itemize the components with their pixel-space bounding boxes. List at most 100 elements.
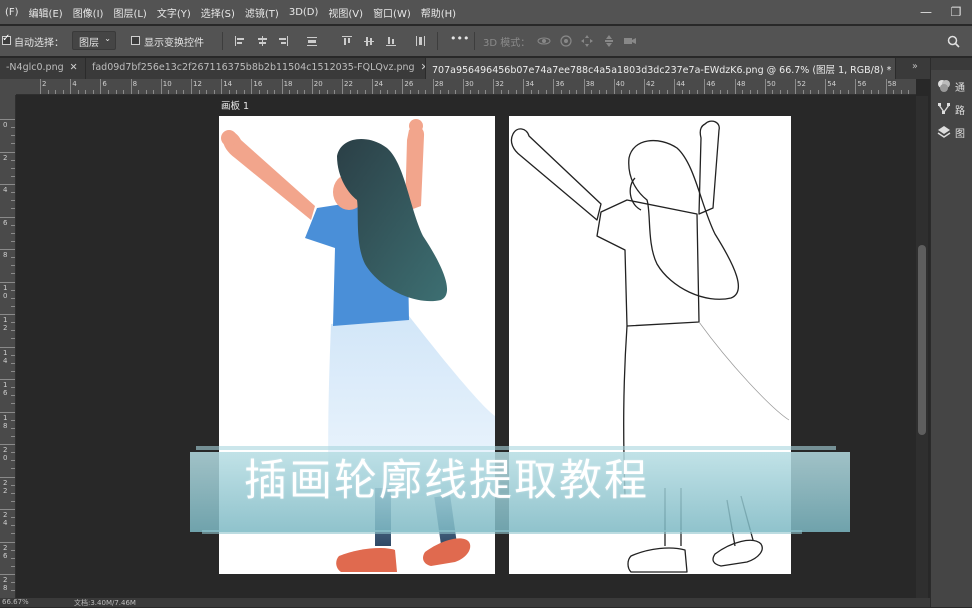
menu-type[interactable]: 文字(Y)	[152, 5, 196, 20]
align-center-icon[interactable]	[255, 34, 269, 48]
tab-label: fad09d7bf256e13c2f267116375b8b2b11504c15…	[92, 62, 415, 73]
ruler-tick	[11, 533, 15, 534]
ruler-tick	[251, 79, 252, 94]
ruler-tick	[682, 90, 683, 94]
ruler-tick	[712, 90, 713, 94]
tab-document-2[interactable]: fad09d7bf256e13c2f267116375b8b2b11504c15…	[86, 58, 426, 79]
divider	[437, 32, 438, 50]
banner-title: 插画轮廓线提取教程	[244, 446, 844, 508]
distribute-icon[interactable]	[305, 34, 319, 48]
ruler-tick	[757, 90, 758, 94]
ruler-tick	[591, 90, 592, 94]
ruler-tick	[863, 90, 864, 94]
ruler-tick	[787, 90, 788, 94]
ruler-tick	[614, 79, 615, 94]
ruler-tick	[229, 90, 230, 94]
distribute-vertical-icon[interactable]	[413, 34, 427, 48]
panel-channels[interactable]: 通	[937, 76, 972, 96]
menu-view[interactable]: 视图(V)	[323, 5, 368, 20]
ruler-horizontal: 2468101214161820222426283032343638404244…	[16, 79, 916, 95]
menu-layer[interactable]: 图层(L)	[108, 5, 151, 20]
paths-icon	[937, 102, 951, 116]
roll-3d-icon[interactable]	[559, 34, 573, 48]
ruler-tick	[11, 590, 15, 591]
ruler-tick	[11, 273, 15, 274]
ruler-tick	[402, 79, 403, 94]
tab-overflow-button[interactable]: »	[906, 58, 930, 79]
panel-paths[interactable]: 路	[937, 99, 972, 119]
ruler-number: 1 8	[3, 414, 7, 430]
auto-select-checkbox[interactable]	[2, 36, 11, 45]
pan-3d-icon[interactable]	[580, 34, 594, 48]
ruler-number: 30	[465, 80, 474, 88]
show-transform-checkbox[interactable]	[131, 36, 140, 45]
auto-select-value: 图层	[79, 38, 99, 49]
ruler-tick	[780, 90, 781, 94]
ruler-number: 38	[586, 80, 595, 88]
align-bottom-icon[interactable]	[384, 34, 398, 48]
align-top-icon[interactable]	[340, 34, 354, 48]
ruler-tick	[11, 168, 15, 169]
ruler-tick	[855, 79, 856, 94]
align-right-icon[interactable]	[276, 34, 290, 48]
ruler-tick	[11, 582, 15, 583]
artboard-label[interactable]: 画板 1	[221, 98, 249, 112]
panel-layers[interactable]: 图	[937, 122, 972, 142]
ruler-number: 20	[314, 80, 323, 88]
ruler-tick	[11, 306, 15, 307]
menu-bar: (F) 编辑(E) 图像(I) 图层(L) 文字(Y) 选择(S) 滤镜(T) …	[0, 0, 972, 24]
tab-document-1[interactable]: -N4glc0.png✕	[0, 58, 86, 79]
ruler-tick	[387, 90, 388, 94]
ruler-tick	[11, 290, 15, 291]
scrollbar-thumb[interactable]	[918, 245, 926, 435]
ruler-number: 34	[525, 80, 534, 88]
ruler-tick	[48, 90, 49, 94]
ruler-tick	[191, 79, 192, 94]
show-transform-label: 显示变换控件	[144, 34, 204, 49]
ruler-tick	[183, 90, 184, 94]
restore-button[interactable]: ❐	[942, 0, 970, 24]
camera-3d-icon[interactable]	[623, 34, 637, 48]
menu-help[interactable]: 帮助(H)	[416, 5, 461, 20]
ruler-number: 24	[374, 80, 383, 88]
ruler-tick	[448, 90, 449, 94]
menu-window[interactable]: 窗口(W)	[368, 5, 416, 20]
ruler-number: 16	[253, 80, 262, 88]
ruler-tick	[334, 90, 335, 94]
align-left-icon[interactable]	[233, 34, 247, 48]
ruler-tick	[11, 460, 15, 461]
zoom-level[interactable]: 66.67%	[2, 598, 29, 606]
menu-select[interactable]: 选择(S)	[196, 5, 240, 20]
auto-select-dropdown[interactable]: 图层 ⌄	[72, 31, 116, 50]
ruler-tick	[11, 176, 15, 177]
ruler-tick	[0, 217, 15, 218]
ruler-tick	[0, 152, 15, 153]
chevron-down-icon: ⌄	[104, 34, 111, 43]
ruler-tick	[606, 90, 607, 94]
ruler-number: 0	[3, 121, 7, 129]
close-icon[interactable]: ✕	[70, 62, 78, 73]
align-middle-icon[interactable]	[362, 34, 376, 48]
more-options-button[interactable]: •••	[450, 32, 469, 45]
ruler-tick	[584, 79, 585, 94]
menu-filter[interactable]: 滤镜(T)	[240, 5, 284, 20]
minimize-button[interactable]: —	[912, 0, 940, 24]
slide-3d-icon[interactable]	[602, 34, 616, 48]
search-icon[interactable]	[946, 34, 960, 48]
ruler-tick	[221, 79, 222, 94]
ruler-tick	[569, 90, 570, 94]
ruler-tick	[11, 355, 15, 356]
ruler-number: 12	[193, 80, 202, 88]
layers-icon	[937, 125, 951, 139]
tab-document-3[interactable]: 707a956496456b07e74a7ee788c4a5a1803d3dc2…	[426, 58, 896, 79]
ruler-tick	[901, 90, 902, 94]
menu-file[interactable]: (F)	[0, 7, 24, 18]
ruler-tick	[11, 225, 15, 226]
menu-edit[interactable]: 编辑(E)	[24, 5, 68, 20]
panel-header[interactable]	[931, 58, 972, 70]
ruler-number: 1 4	[3, 349, 7, 365]
orbit-3d-icon[interactable]	[537, 34, 551, 48]
ruler-number: 42	[646, 80, 655, 88]
menu-3d[interactable]: 3D(D)	[284, 7, 324, 18]
menu-image[interactable]: 图像(I)	[68, 5, 109, 20]
